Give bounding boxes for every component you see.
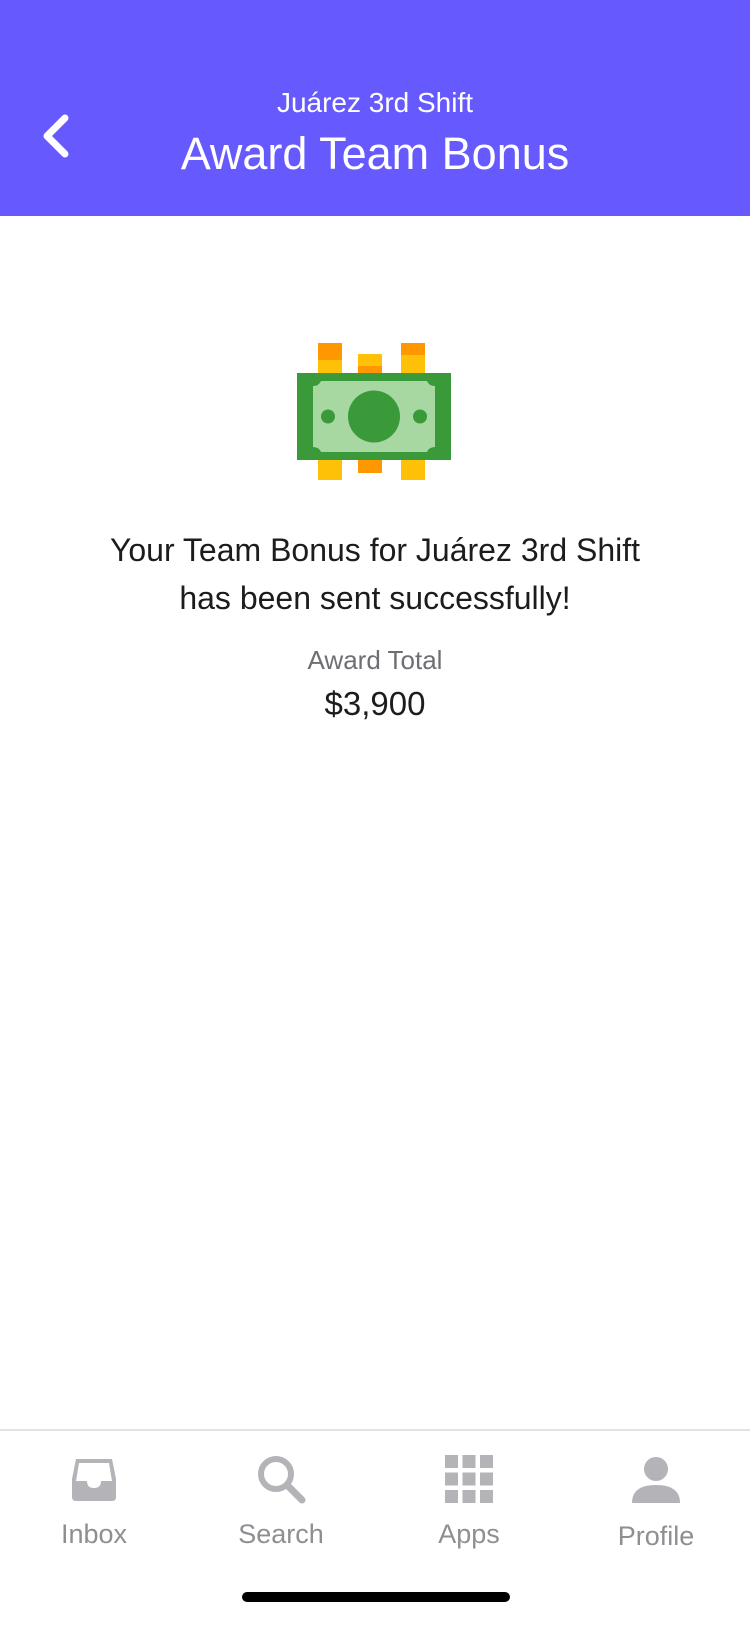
app-header: Juárez 3rd Shift Award Team Bonus: [0, 0, 750, 216]
tab-inbox[interactable]: Inbox: [0, 1431, 188, 1571]
tab-label: Search: [238, 1519, 324, 1549]
tab-apps[interactable]: Apps: [375, 1431, 563, 1571]
tab-search[interactable]: Search: [187, 1431, 375, 1571]
success-message-line1: Your Team Bonus for Juárez 3rd Shift: [109, 532, 641, 568]
success-message: Your Team Bonus for Juárez 3rd Shift has…: [60, 526, 690, 622]
header-subtitle: Juárez 3rd Shift: [276, 87, 474, 118]
tab-label: Inbox: [60, 1519, 128, 1549]
search-icon: [258, 1456, 306, 1504]
award-total-value: $3,900: [324, 685, 426, 722]
profile-icon: [632, 1457, 680, 1503]
apps-grid-icon: [445, 1455, 493, 1503]
success-message-line2: has been sent successfully!: [179, 580, 571, 616]
award-total-label: Award Total: [307, 645, 443, 675]
tab-profile[interactable]: Profile: [562, 1431, 750, 1571]
tab-label: Apps: [438, 1519, 500, 1549]
inbox-icon: [72, 1459, 116, 1501]
home-indicator: [242, 1592, 510, 1602]
tab-label: Profile: [617, 1521, 695, 1551]
page-title: Award Team Bonus: [180, 128, 570, 179]
money-bill-icon: [297, 343, 451, 480]
